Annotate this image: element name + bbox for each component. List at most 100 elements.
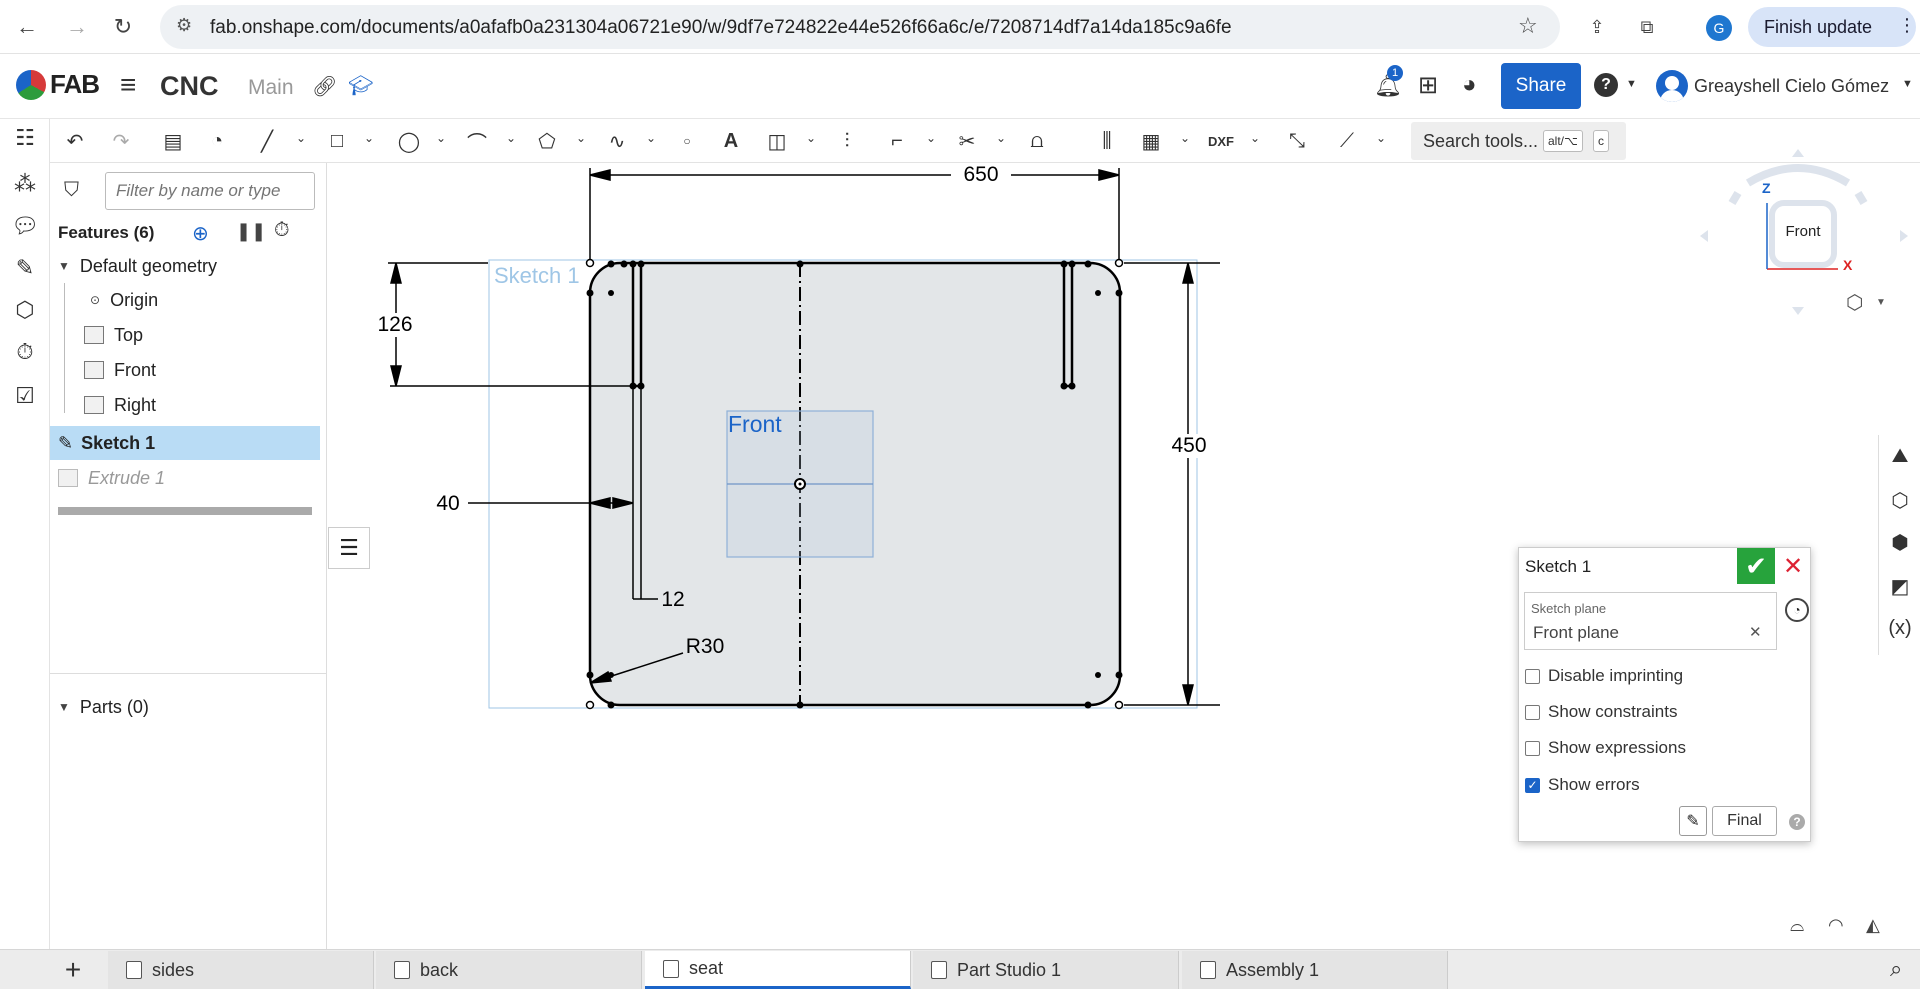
user-avatar[interactable] xyxy=(1656,70,1688,102)
search-tools-input[interactable]: Search tools... alt/⌥ c xyxy=(1411,122,1626,160)
arc-dropdown-chevron-icon[interactable]: ⌄ xyxy=(506,131,516,145)
section-tool-icon[interactable]: ◩ xyxy=(1885,571,1915,601)
clear-plane-icon[interactable]: ✕ xyxy=(1749,623,1762,641)
dimension-40-label[interactable]: 40 xyxy=(428,492,468,516)
share-button[interactable]: Share xyxy=(1501,63,1581,109)
offset-dropdown-chevron-icon[interactable]: ⌄ xyxy=(806,131,816,145)
sketch-pattern-icon[interactable]: ⫼ xyxy=(1092,127,1122,155)
sketch-plane-history-icon[interactable]: ◔ xyxy=(1785,598,1809,622)
filter-funnel-icon[interactable]: ⛉ xyxy=(64,179,79,202)
circle-tool-icon[interactable]: ◯ xyxy=(394,127,424,155)
dimension-450-label[interactable]: 450 xyxy=(1164,434,1214,458)
spline-tool-icon[interactable]: ∿ xyxy=(602,127,632,155)
dimension-12-label[interactable]: 12 xyxy=(658,588,688,612)
tab-assembly-1[interactable]: Assembly 1 xyxy=(1182,951,1448,989)
tree-item-origin[interactable]: ⊙ Origin xyxy=(50,283,327,317)
text-tool-icon[interactable]: A xyxy=(716,127,746,155)
view-cube-dropdown-chevron-icon[interactable]: ▼ xyxy=(1876,297,1886,308)
tab-sides[interactable]: sides xyxy=(108,951,374,989)
polygon-tool-icon[interactable]: ⬠ xyxy=(532,127,562,155)
notes-icon[interactable]: ✎ xyxy=(10,253,40,283)
pause-icon[interactable]: ❚❚ xyxy=(236,221,266,242)
extensions-puzzle-icon[interactable]: ⧉ xyxy=(1630,10,1664,44)
rectangle-dropdown-chevron-icon[interactable]: ⌄ xyxy=(364,131,374,145)
add-folder-icon[interactable]: ⊕ xyxy=(192,221,209,246)
tree-item-extrude-1[interactable]: Extrude 1 xyxy=(50,461,327,495)
extension-update-icon[interactable]: ⇪ xyxy=(1580,10,1614,44)
dxf-import-icon[interactable]: DXF xyxy=(1206,127,1236,155)
mirror-tool-icon[interactable]: ⫶ xyxy=(832,127,862,155)
trim-dropdown-chevron-icon[interactable]: ⌄ xyxy=(996,131,1006,145)
appearance-panel-icon[interactable]: ⛰ xyxy=(1885,441,1915,471)
front-plane-label[interactable]: Front xyxy=(728,411,782,438)
redo-icon[interactable]: ↷ xyxy=(106,127,136,155)
tree-item-right-plane[interactable]: Right xyxy=(50,388,327,422)
arc-tool-icon[interactable]: ⌒ xyxy=(462,127,492,155)
rollback-timer-icon[interactable]: ⏱︎ xyxy=(274,219,290,242)
reload-icon[interactable]: ↻ xyxy=(106,10,140,44)
add-tab-button[interactable]: + xyxy=(56,954,90,986)
tree-item-front-plane[interactable]: Front xyxy=(50,353,327,387)
line-tool-icon[interactable]: ╱ xyxy=(252,127,282,155)
history-icon[interactable]: ⏱︎ xyxy=(10,337,40,367)
finish-update-button[interactable]: Finish update ⋮ xyxy=(1748,7,1916,47)
final-button[interactable]: Final xyxy=(1712,806,1777,836)
show-errors-option[interactable]: ✓ Show errors xyxy=(1525,773,1640,797)
show-expressions-option[interactable]: Show expressions xyxy=(1525,736,1686,760)
default-geometry-group[interactable]: ▼ Default geometry xyxy=(50,249,327,283)
learning-center-icon[interactable]: 🎓︎ xyxy=(348,73,373,98)
height-dimension[interactable] xyxy=(1124,262,1220,706)
learning-brain-icon[interactable]: ◕ xyxy=(1462,71,1477,99)
back-arrow-icon[interactable]: ← xyxy=(10,10,44,44)
comments-icon[interactable]: 💬︎ xyxy=(10,211,40,241)
spline-dropdown-chevron-icon[interactable]: ⌄ xyxy=(646,131,656,145)
tree-item-top-plane[interactable]: Top xyxy=(50,318,327,352)
address-bar[interactable]: ⚙ fab.onshape.com/documents/a0afafb0a231… xyxy=(160,5,1560,49)
help-dropdown-chevron-icon[interactable]: ▼ xyxy=(1626,78,1637,90)
feature-tree-icon[interactable]: ☷ xyxy=(10,123,40,153)
import-dropdown-chevron-icon[interactable]: ⌄ xyxy=(1250,131,1260,145)
measure-icon[interactable]: ◭ xyxy=(1866,915,1880,936)
trim-scissors-icon[interactable]: ✂ xyxy=(952,127,982,155)
document-title[interactable]: CNC xyxy=(160,71,219,102)
help-icon[interactable]: ? xyxy=(1594,73,1618,97)
view-cube-menu-icon[interactable]: ⬡ xyxy=(1846,290,1863,315)
app-store-icon[interactable]: ⊞ xyxy=(1418,71,1438,100)
disable-imprinting-option[interactable]: Disable imprinting xyxy=(1525,664,1683,688)
user-name[interactable]: Greayshell Cielo Gómez xyxy=(1694,76,1889,97)
tab-back[interactable]: back xyxy=(376,951,642,989)
section-view-icon[interactable]: ⌓ xyxy=(1790,915,1804,936)
measure-tool-icon[interactable]: ⬢ xyxy=(1885,527,1915,557)
add-variable-icon[interactable]: ⁂ xyxy=(10,169,40,199)
checkbox[interactable] xyxy=(1525,668,1540,684)
rectangle-tool-icon[interactable]: □ xyxy=(322,127,352,155)
show-constraints-option[interactable]: Show constraints xyxy=(1525,700,1677,724)
undo-icon[interactable]: ↶ xyxy=(60,127,90,155)
filter-input[interactable] xyxy=(105,172,315,210)
offset-tool-icon[interactable]: ◫ xyxy=(762,127,792,155)
bookmark-star-icon[interactable]: ☆ xyxy=(1518,13,1538,39)
profile-avatar[interactable]: G xyxy=(1706,15,1732,41)
tab-seat[interactable]: seat xyxy=(645,951,911,989)
dialog-help-icon[interactable]: ? xyxy=(1789,814,1805,830)
pattern-dropdown-chevron-icon[interactable]: ⌄ xyxy=(1180,131,1190,145)
variable-table-icon[interactable]: (x) xyxy=(1885,613,1915,643)
tab-part-studio-1[interactable]: Part Studio 1 xyxy=(913,951,1179,989)
link-icon[interactable]: 🔗︎ xyxy=(312,74,337,99)
line-dropdown-chevron-icon[interactable]: ⌄ xyxy=(296,131,306,145)
tab-search-icon[interactable]: ⌕ xyxy=(1890,956,1902,982)
checkbox[interactable] xyxy=(1525,704,1540,720)
render-mode-icon[interactable]: ◠ xyxy=(1828,915,1844,936)
forward-arrow-icon[interactable]: → xyxy=(60,10,94,44)
point-tool-icon[interactable]: ○ xyxy=(672,127,702,155)
polygon-dropdown-chevron-icon[interactable]: ⌄ xyxy=(576,131,586,145)
dimension-126-label[interactable]: 126 xyxy=(370,313,420,337)
mass-properties-icon[interactable]: ⬡ xyxy=(1885,485,1915,515)
checklist-icon[interactable]: ☑ xyxy=(10,381,40,411)
parts-group[interactable]: ▼ Parts (0) xyxy=(50,690,327,724)
fillet-dropdown-chevron-icon[interactable]: ⌄ xyxy=(926,131,936,145)
sketch-inspection-icon[interactable]: ✎ xyxy=(1679,806,1707,836)
checkbox-checked[interactable]: ✓ xyxy=(1525,777,1540,793)
dimension-tool-icon[interactable]: ⤡ xyxy=(1282,127,1312,155)
width-dimension[interactable] xyxy=(589,168,1120,259)
